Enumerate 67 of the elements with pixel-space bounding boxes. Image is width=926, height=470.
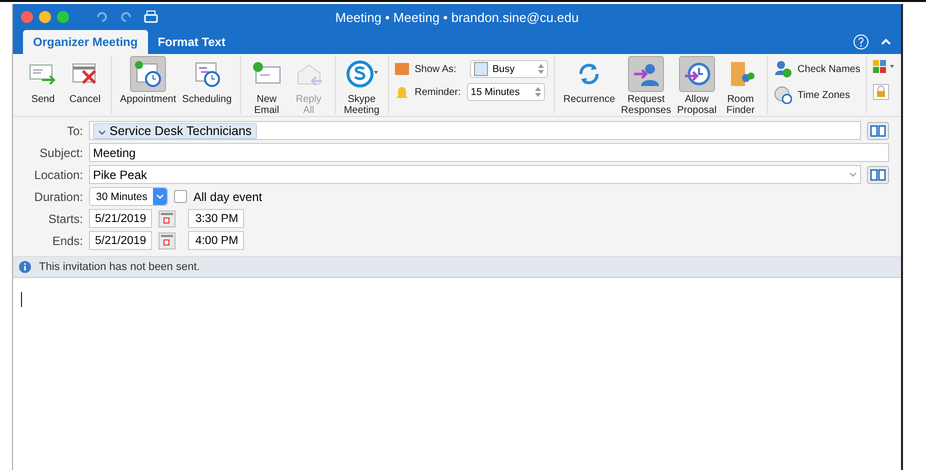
- close-icon[interactable]: [21, 11, 33, 23]
- minimize-icon[interactable]: [39, 11, 51, 23]
- checkbox[interactable]: [174, 190, 188, 203]
- calendar-icon[interactable]: [158, 232, 176, 250]
- stepper-icon[interactable]: [534, 87, 541, 97]
- reminder-select[interactable]: 15 Minutes: [466, 83, 545, 101]
- to-field[interactable]: Service Desk Technicians: [89, 121, 861, 140]
- maximize-icon[interactable]: [57, 11, 69, 23]
- show-as-label: Show As:: [414, 64, 456, 74]
- to-label: To:: [66, 124, 83, 138]
- s-logo-icon: [344, 59, 379, 89]
- show-as-select[interactable]: Busy: [470, 60, 548, 78]
- ribbon-button[interactable]: Request Responses: [619, 56, 674, 116]
- duration-select[interactable]: 30 Minutes: [89, 187, 168, 206]
- window-title: Meeting • Meeting • brandon.sine@cu.edu: [335, 10, 579, 24]
- subject-label: Subject:: [38, 146, 83, 160]
- stepper-icon[interactable]: [538, 64, 544, 74]
- location-value: Pike Peak: [93, 168, 148, 182]
- date-field[interactable]: 5/21/2019: [89, 209, 152, 228]
- ribbon-button[interactable]: Appointment: [118, 56, 178, 105]
- reminder-label: Reminder:: [414, 86, 461, 98]
- chevron-icon[interactable]: [98, 130, 106, 134]
- calendar-cross-icon: [71, 61, 99, 87]
- calendar-icon[interactable]: [158, 210, 176, 228]
- address-book-icon[interactable]: [867, 122, 889, 140]
- ribbon-button-label[interactable]: Check Names: [798, 64, 860, 74]
- date-field[interactable]: 5/21/2019: [89, 231, 152, 250]
- ribbon-button[interactable]: Room Finder: [720, 56, 761, 116]
- duration-label: Duration:: [33, 190, 83, 204]
- recipient-chip[interactable]: Service Desk Technicians: [93, 122, 257, 138]
- clock-arrow-icon: [682, 60, 711, 88]
- ribbon-button[interactable]: Cancel: [65, 56, 105, 105]
- collapse-icon[interactable]: [881, 38, 891, 46]
- time-field[interactable]: 3:30 PM: [188, 209, 244, 228]
- help-icon[interactable]: [853, 34, 869, 50]
- duration-value: 30 Minutes: [96, 190, 148, 202]
- people-check-icon: [774, 60, 792, 78]
- time-field[interactable]: 4:00 PM: [188, 231, 244, 250]
- redo-icon[interactable]: [119, 11, 133, 23]
- ribbon-tab[interactable]: Format Text: [148, 30, 236, 54]
- ribbon-button[interactable]: Skype Meeting: [342, 56, 382, 116]
- location-label: Location:: [33, 168, 83, 182]
- date-label: Starts:: [47, 212, 83, 226]
- location-field[interactable]: Pike Peak: [89, 165, 861, 184]
- ribbon-button[interactable]: Send: [23, 56, 63, 105]
- info-icon: [19, 261, 31, 273]
- chevron-icon[interactable]: [849, 172, 857, 177]
- date-label: Ends:: [51, 234, 83, 248]
- calendar-clock-icon: [192, 60, 221, 88]
- ribbon-button[interactable]: New Email: [246, 56, 287, 116]
- globe-clock-icon: [774, 86, 792, 104]
- bell-icon: [394, 85, 409, 99]
- status-swatch-icon: [394, 63, 409, 75]
- ribbon-button-label[interactable]: Time Zones: [798, 90, 850, 100]
- calendar-clock-icon: [134, 60, 162, 88]
- room-book-icon[interactable]: [867, 166, 889, 184]
- text-cursor: [21, 292, 22, 307]
- all-day-label: All day event: [193, 190, 262, 204]
- subject-field[interactable]: Meeting: [89, 143, 889, 162]
- info-message: This invitation has not been sent.: [39, 261, 200, 273]
- printer-icon[interactable]: [143, 9, 159, 25]
- ribbon-button[interactable]: Recurrence: [561, 56, 618, 105]
- lock-icon[interactable]: [873, 84, 890, 100]
- undo-icon[interactable]: [95, 11, 109, 23]
- ribbon-tab[interactable]: Organizer Meeting: [23, 30, 148, 54]
- ribbon-button[interactable]: Scheduling: [180, 56, 234, 105]
- ribbon-button[interactable]: Allow Proposal: [675, 56, 719, 116]
